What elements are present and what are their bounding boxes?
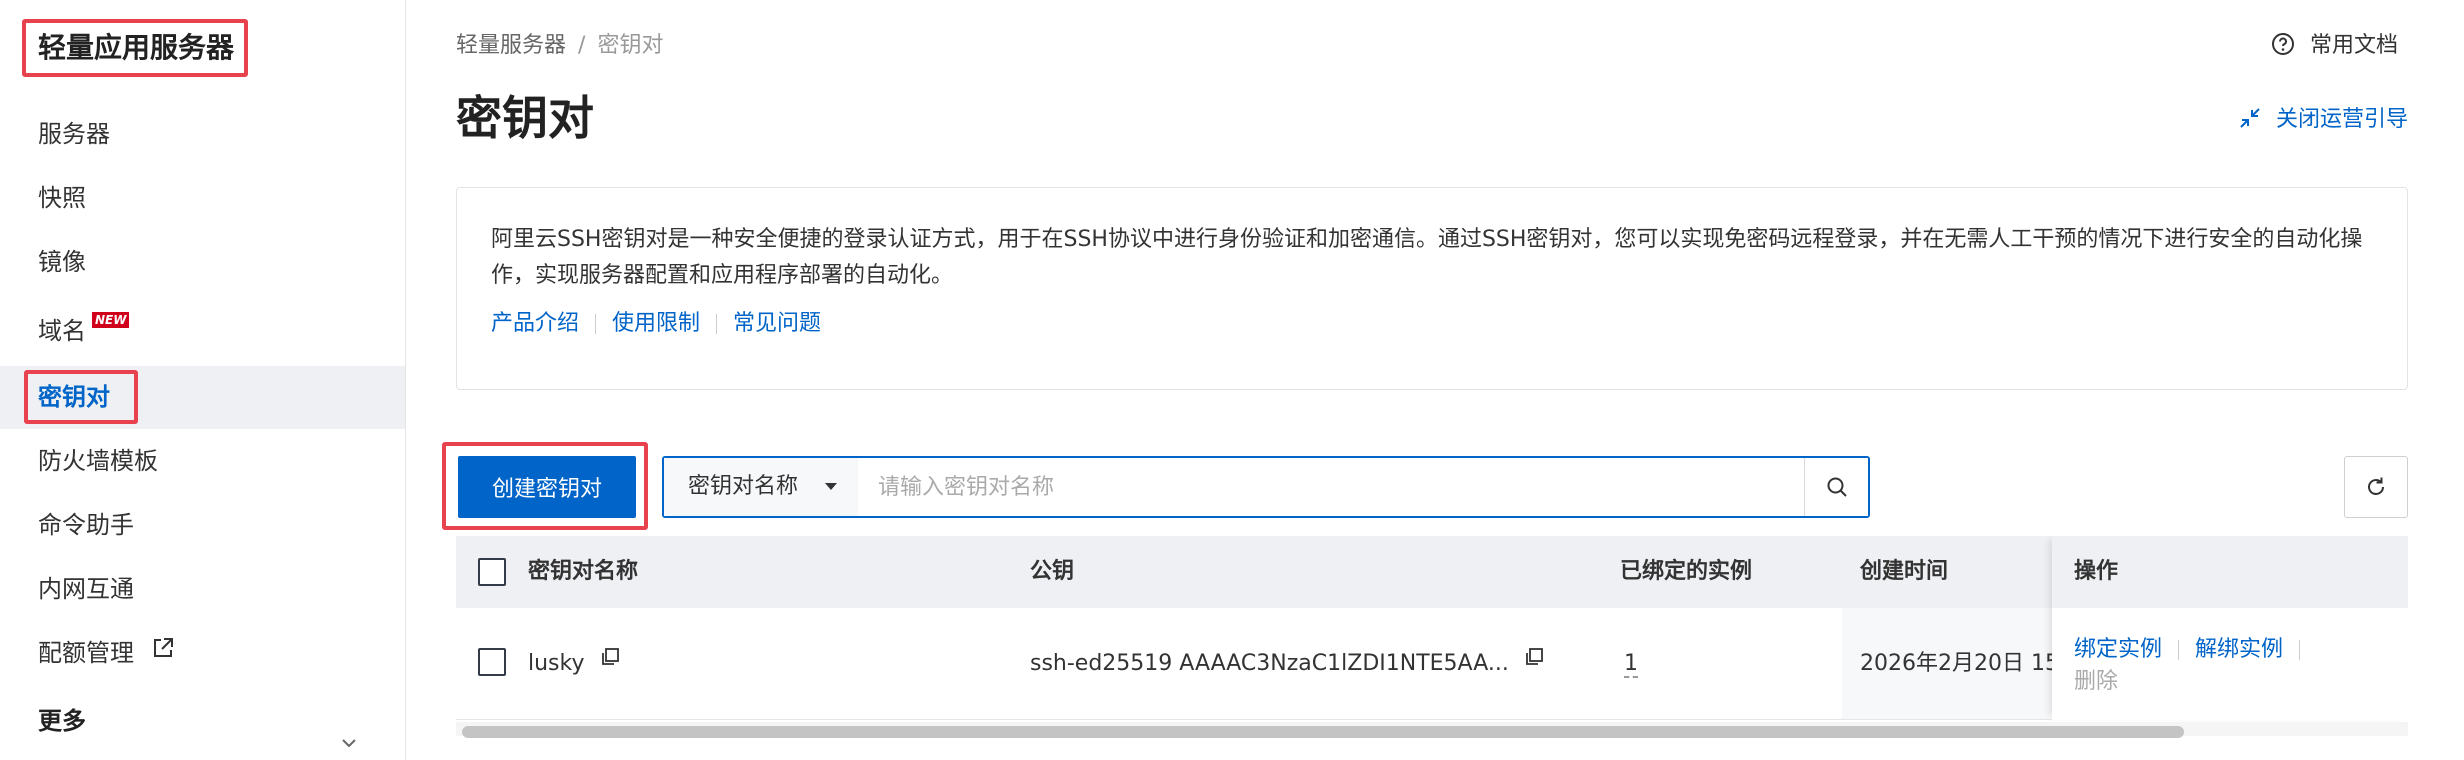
sidebar-item-label: 配额管理 xyxy=(38,639,134,667)
sidebar-item-label: 内网互通 xyxy=(38,575,134,603)
breadcrumb-separator: / xyxy=(578,33,586,58)
close-guide-label: 关闭运营引导 xyxy=(2275,107,2408,132)
collapse-icon xyxy=(2239,107,2276,132)
link-divider xyxy=(716,314,718,334)
keypair-name-cell: lusky xyxy=(528,648,620,680)
main-content: 轻量服务器 / 密钥对 常用文档 密钥对 关闭运营引导 阿里云SSH密钥对是一种安全… xyxy=(406,0,2464,760)
search-input[interactable] xyxy=(858,458,1804,516)
sidebar-item-more[interactable]: 更多 xyxy=(0,690,405,753)
header-bound-instances: 已绑定的实例 xyxy=(1620,559,1753,584)
sidebar-item-quota[interactable]: 配额管理 xyxy=(0,622,405,685)
faq-link[interactable]: 常见问题 xyxy=(733,311,821,336)
chevron-down-icon xyxy=(341,712,357,760)
ops-column: 操作 绑定实例 解绑实例删除 xyxy=(2052,536,2408,720)
search-field-select[interactable]: 密钥对名称 xyxy=(664,458,858,516)
copy-icon[interactable] xyxy=(1524,645,1544,677)
breadcrumb-parent[interactable]: 轻量服务器 xyxy=(456,33,566,58)
ops-divider xyxy=(2299,640,2301,660)
row-checkbox[interactable] xyxy=(478,648,506,676)
product-intro-link[interactable]: 产品介绍 xyxy=(491,311,579,336)
header-ops: 操作 xyxy=(2074,559,2119,584)
help-docs-link[interactable]: 常用文档 xyxy=(2271,30,2398,62)
public-key-cell: ssh-ed25519 AAAAC3NzaC1lZDI1NTE5AA... xyxy=(1030,648,1544,680)
caret-down-icon xyxy=(825,483,837,490)
copy-icon[interactable] xyxy=(600,645,620,677)
search-icon xyxy=(1827,477,1847,497)
usage-limits-link[interactable]: 使用限制 xyxy=(612,311,700,336)
sidebar-item-domains[interactable]: 域名 NEW xyxy=(0,300,405,363)
search-field-label: 密钥对名称 xyxy=(688,474,799,499)
search-group: 密钥对名称 xyxy=(662,456,1870,518)
sidebar-item-label: 防火墙模板 xyxy=(38,447,158,475)
page-title: 密钥对 xyxy=(456,91,594,145)
sidebar-item-label: 服务器 xyxy=(38,120,110,148)
keypair-name: lusky xyxy=(528,651,585,676)
sidebar-item-intranet[interactable]: 内网互通 xyxy=(0,558,405,621)
keypair-table: 密钥对名称 公钥 已绑定的实例 创建时间 lusky ssh-ed25519 A… xyxy=(456,536,2408,736)
sidebar-item-snapshots[interactable]: 快照 xyxy=(0,167,405,230)
refresh-button[interactable] xyxy=(2344,456,2408,518)
bound-count: 1 xyxy=(1624,651,1638,678)
header-name: 密钥对名称 xyxy=(528,559,639,584)
sidebar-item-label: 镜像 xyxy=(38,248,86,276)
intro-card: 阿里云SSH密钥对是一种安全便捷的登录认证方式，用于在SSH协议中进行身份验证和… xyxy=(456,187,2408,390)
create-keypair-button[interactable]: 创建密钥对 xyxy=(458,456,636,518)
delete-link[interactable]: 删除 xyxy=(2074,669,2118,694)
sidebar-item-command-assistant[interactable]: 命令助手 xyxy=(0,494,405,557)
intro-text: 阿里云SSH密钥对是一种安全便捷的登录认证方式，用于在SSH协议中进行身份验证和… xyxy=(491,227,2363,288)
new-badge: NEW xyxy=(92,312,130,328)
search-button[interactable] xyxy=(1804,458,1868,516)
link-divider xyxy=(595,314,597,334)
close-guide-link[interactable]: 关闭运营引导 xyxy=(2239,104,2408,136)
ops-divider xyxy=(2178,640,2180,660)
unbind-instance-link[interactable]: 解绑实例 xyxy=(2195,637,2283,662)
horizontal-scrollbar-thumb[interactable] xyxy=(462,726,2184,738)
breadcrumb: 轻量服务器 / 密钥对 xyxy=(456,30,663,62)
sidebar-active-highlight xyxy=(24,370,138,424)
external-link-icon xyxy=(152,620,174,683)
select-all-checkbox[interactable] xyxy=(478,558,506,586)
sidebar: 轻量应用服务器 服务器 快照 镜像 域名 NEW 密钥对 防火墙模板 命令助手 内… xyxy=(0,0,406,760)
intro-links: 产品介绍 使用限制 常见问题 xyxy=(491,306,821,342)
sidebar-item-label: 快照 xyxy=(38,184,86,212)
breadcrumb-current: 密钥对 xyxy=(597,33,664,58)
sidebar-item-label: 更多 xyxy=(38,707,86,735)
help-docs-label: 常用文档 xyxy=(2309,33,2398,58)
sidebar-item-firewall-templates[interactable]: 防火墙模板 xyxy=(0,430,405,493)
public-key-value: ssh-ed25519 AAAAC3NzaC1lZDI1NTE5AA... xyxy=(1030,651,1509,676)
ops-cell: 绑定实例 解绑实例删除 xyxy=(2074,634,2394,698)
help-circle-icon xyxy=(2271,33,2310,58)
sidebar-title: 轻量应用服务器 xyxy=(38,31,235,64)
header-public-key: 公钥 xyxy=(1030,559,1075,584)
bind-instance-link[interactable]: 绑定实例 xyxy=(2074,637,2162,662)
created-time-cell: 2026年2月20日 15 xyxy=(1860,651,2059,676)
sidebar-item-servers[interactable]: 服务器 xyxy=(0,103,405,166)
app-root: 轻量应用服务器 服务器 快照 镜像 域名 NEW 密钥对 防火墙模板 命令助手 内… xyxy=(0,0,2464,760)
sidebar-item-label: 命令助手 xyxy=(38,511,134,539)
refresh-icon xyxy=(2368,477,2384,495)
sidebar-item-label: 域名 xyxy=(38,317,86,345)
sidebar-item-images[interactable]: 镜像 xyxy=(0,231,405,294)
bound-instances-cell[interactable]: 1 xyxy=(1624,648,1638,680)
header-created-time: 创建时间 xyxy=(1860,559,1949,584)
